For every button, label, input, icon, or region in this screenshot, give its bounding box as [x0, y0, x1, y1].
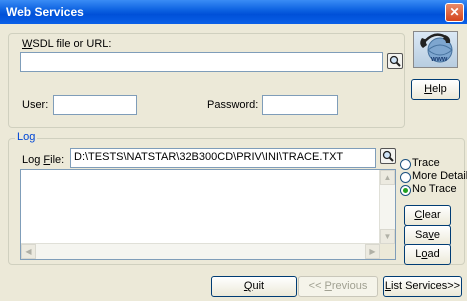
wsdl-input[interactable]	[20, 52, 383, 72]
wsdl-label: WSDL file or URL:	[22, 38, 112, 50]
previous-button[interactable]: << Previous	[298, 276, 378, 297]
quit-button[interactable]: Quit	[211, 276, 297, 297]
radio-more-details-label[interactable]: More Details	[412, 170, 467, 182]
scroll-right-icon[interactable]: ▶	[365, 244, 380, 259]
logo-text: www	[431, 56, 448, 63]
log-content-text	[21, 170, 395, 174]
password-label: Password:	[207, 99, 259, 111]
radio-trace-label[interactable]: Trace	[412, 157, 440, 169]
log-file-browse-button[interactable]	[380, 148, 396, 164]
close-button[interactable]: ✕	[445, 3, 464, 22]
user-input[interactable]	[53, 95, 137, 115]
scroll-left-icon[interactable]: ◀	[21, 244, 36, 259]
search-icon	[382, 150, 394, 162]
log-content-area[interactable]: ▲ ▼ ◀ ▶	[20, 169, 396, 260]
wsdl-browse-button[interactable]	[387, 53, 403, 69]
web-services-window: Web Services ✕ WSDL file or URL: User: P…	[0, 0, 467, 301]
save-button[interactable]: Save	[404, 225, 451, 246]
title-bar[interactable]: Web Services ✕	[0, 0, 467, 24]
password-input[interactable]	[262, 95, 338, 115]
radio-more-details[interactable]	[400, 172, 411, 183]
log-group-title: Log	[15, 131, 38, 143]
list-services-button[interactable]: List Services>>	[383, 276, 462, 297]
help-button[interactable]: Help	[411, 79, 460, 100]
radio-trace[interactable]	[400, 159, 411, 170]
log-file-label: Log File:	[22, 154, 65, 166]
radio-no-trace-label[interactable]: No Trace	[412, 183, 457, 195]
search-icon	[389, 55, 401, 67]
vertical-scrollbar[interactable]: ▲ ▼	[379, 170, 395, 244]
user-label: User:	[22, 99, 49, 111]
web-phone-logo-icon: www	[413, 31, 458, 68]
log-file-input[interactable]: D:\TESTS\NATSTAR\32B300CD\PRIV\INI\TRACE…	[70, 148, 376, 168]
scroll-up-icon[interactable]: ▲	[380, 170, 395, 185]
window-title: Web Services	[6, 5, 84, 19]
horizontal-scrollbar[interactable]: ◀ ▶	[21, 243, 380, 259]
scroll-down-icon[interactable]: ▼	[380, 229, 395, 244]
close-icon: ✕	[449, 5, 460, 19]
scroll-corner	[380, 244, 395, 259]
radio-no-trace[interactable]	[400, 185, 411, 196]
load-button[interactable]: Load	[404, 244, 451, 265]
clear-button[interactable]: Clear	[404, 205, 451, 226]
